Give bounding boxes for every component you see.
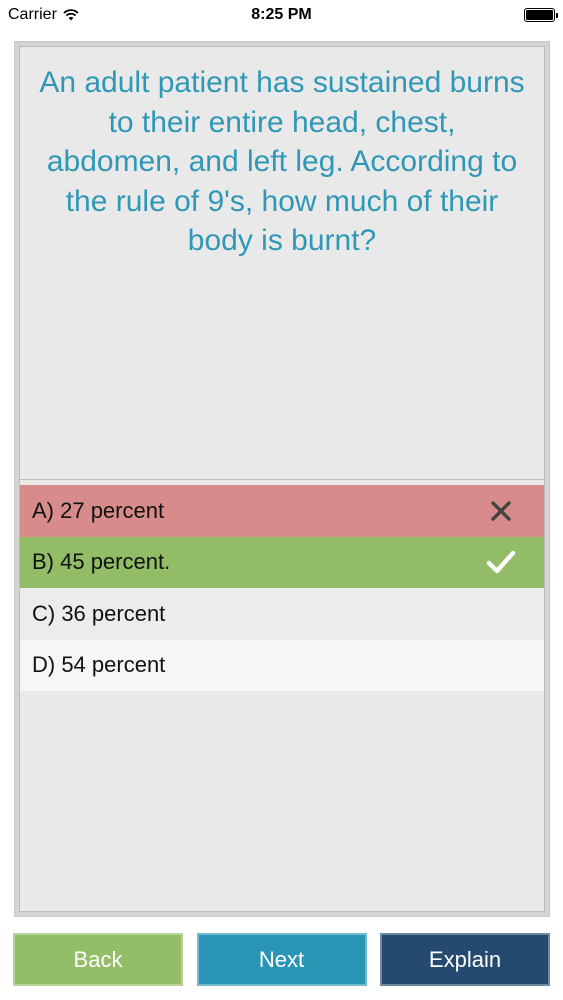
quiz-card: An adult patient has sustained burns to …: [14, 41, 550, 917]
answer-option-d[interactable]: D) 54 percent: [20, 639, 544, 691]
status-time: 8:25 PM: [251, 6, 312, 23]
wifi-icon: [63, 9, 79, 21]
battery-fill: [526, 10, 553, 20]
bottom-button-row: Back Next Explain: [13, 933, 550, 986]
answer-label: A) 27 percent: [32, 497, 165, 523]
explain-button[interactable]: Explain: [380, 933, 550, 986]
check-mark-icon: [486, 547, 516, 577]
question-text: An adult patient has sustained burns to …: [20, 47, 544, 480]
status-bar: Carrier 8:25 PM: [0, 0, 563, 30]
answer-label: D) 54 percent: [32, 652, 166, 678]
battery-icon: [524, 8, 558, 22]
answer-option-b[interactable]: B) 45 percent.: [20, 536, 544, 588]
x-mark-icon: [486, 496, 516, 526]
status-left: Carrier: [8, 6, 79, 24]
answer-label: C) 36 percent: [32, 600, 166, 626]
answer-option-c[interactable]: C) 36 percent: [20, 588, 544, 640]
answer-option-a[interactable]: A) 27 percent: [20, 485, 544, 537]
answer-list: A) 27 percent B) 45 percent. C) 36 perce…: [20, 485, 544, 691]
next-button[interactable]: Next: [196, 933, 367, 986]
carrier-label: Carrier: [8, 6, 57, 23]
back-button[interactable]: Back: [13, 933, 183, 986]
quiz-card-inner: An adult patient has sustained burns to …: [19, 46, 545, 912]
answer-label: B) 45 percent.: [32, 549, 171, 575]
